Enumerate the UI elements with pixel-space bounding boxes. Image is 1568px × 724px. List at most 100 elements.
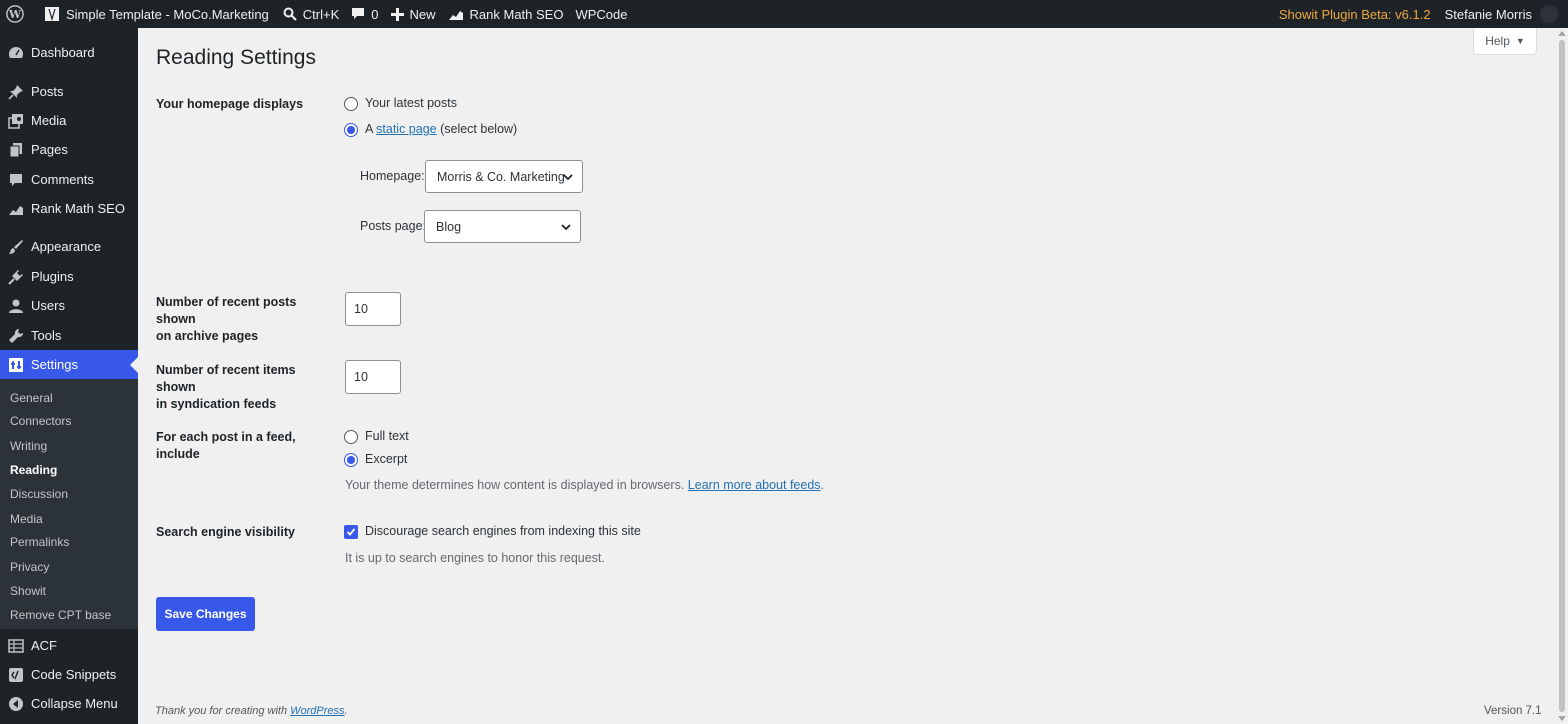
feed-include-label: For each post in a feed, include [156,430,296,461]
search-visibility-label: Search engine visibility [156,525,295,539]
sidebar-item-dashboard[interactable]: Dashboard [0,38,138,67]
comment-icon [8,172,24,188]
footer-version: Version 7.1 [1484,705,1542,717]
excerpt-radio[interactable] [344,453,358,467]
static-page-suffix: (select below) [440,122,518,136]
new-label: New [409,6,436,22]
syndication-items-label-line2: in syndication feeds [156,397,277,411]
submenu-item-writing[interactable]: Writing [10,439,47,453]
submenu-item-remove-cpt-base[interactable]: Remove CPT base [10,608,111,622]
page-title: Reading Settings [156,46,316,69]
static-page-option: A static page (select below) [365,122,517,136]
wpcode-label: WPCode [575,6,628,22]
brush-icon [8,239,24,255]
archive-posts-label: Number of recent posts shown on archive … [156,294,336,345]
sidebar-item-plugins[interactable]: Plugins [0,262,138,291]
wordpress-logo-button[interactable]: W [0,0,38,28]
syndication-items-input[interactable]: 10 [345,360,401,394]
chevron-down-icon [561,224,571,231]
feed-description: Your theme determines how content is dis… [345,478,824,492]
code-icon [8,667,24,683]
plus-icon [390,7,404,21]
user-icon [8,298,24,314]
sidebar-item-label: Dashboard [31,45,95,60]
plugin-icon [8,269,24,285]
feed-description-text: Your theme determines how content is dis… [345,478,685,492]
homepage-select[interactable]: Morris & Co. Marketing [425,160,583,193]
homepage-select-value: Morris & Co. Marketing [437,169,565,184]
homepage-select-label: Homepage: [360,169,425,183]
syndication-items-label-line1: Number of recent items shown [156,363,296,394]
submenu-item-reading[interactable]: Reading [10,463,57,477]
wordpress-logo-icon: W [6,5,24,23]
sidebar-item-acf[interactable]: ACF [0,631,138,660]
discourage-search-label[interactable]: Discourage search engines from indexing … [365,524,641,538]
sidebar-item-tools[interactable]: Tools [0,321,138,350]
comments-button[interactable]: 0 [345,0,384,28]
submenu-item-permalinks[interactable]: Permalinks [10,535,69,549]
wordpress-link[interactable]: WordPress [290,705,344,717]
full-text-label[interactable]: Full text [365,429,409,443]
scroll-up-arrow-icon[interactable] [1558,30,1566,36]
wpcode-button[interactable]: WPCode [569,0,633,28]
latest-posts-label[interactable]: Your latest posts [365,96,457,110]
excerpt-label[interactable]: Excerpt [365,452,407,466]
footer-thanks-period: . [344,705,348,717]
submenu-item-discussion[interactable]: Discussion [10,487,68,501]
discourage-search-checkbox[interactable] [344,525,358,539]
avatar [1540,5,1558,23]
sidebar-item-media[interactable]: Media [0,106,138,135]
page-scrollbar[interactable] [1556,28,1568,724]
help-button[interactable]: Help ▼ [1473,28,1537,55]
static-page-link[interactable]: static page [376,122,436,136]
showit-beta-notice[interactable]: Showit Plugin Beta: v6.1.2 [1273,7,1445,22]
submenu-item-showit[interactable]: Showit [10,584,46,598]
settings-icon [8,357,24,373]
sidebar-item-users[interactable]: Users [0,291,138,320]
latest-posts-radio[interactable] [344,97,358,111]
chevron-down-icon [563,174,573,181]
submenu-item-media[interactable]: Media [10,512,43,526]
sidebar-item-label: Posts [31,84,64,99]
feed-description-period: . [820,478,825,492]
new-content-button[interactable]: New [385,0,442,28]
site-favicon-icon [45,7,59,22]
sidebar-item-label: Plugins [31,269,74,284]
submenu-item-connectors[interactable]: Connectors [10,414,71,428]
submenu-item-general[interactable]: General [10,391,53,405]
posts-page-select[interactable]: Blog [424,210,581,243]
user-account-button[interactable]: Stefanie Morris [1445,0,1568,28]
sidebar-item-comments[interactable]: Comments [0,165,138,194]
command-palette-button[interactable]: Ctrl+K [277,0,345,28]
sidebar-item-code-snippets[interactable]: Code Snippets [0,660,138,689]
sidebar-item-appearance[interactable]: Appearance [0,232,138,261]
collapse-icon [8,696,24,712]
learn-more-feeds-link[interactable]: Learn more about feeds [688,478,821,492]
sidebar-item-rank-math[interactable]: Rank Math SEO [0,194,138,223]
site-name-link[interactable]: Simple Template - MoCo.Marketing [38,0,275,28]
search-visibility-description: It is up to search engines to honor this… [345,551,605,565]
submenu-item-privacy[interactable]: Privacy [10,560,49,574]
full-text-radio[interactable] [344,430,358,444]
sidebar-item-label: Code Snippets [31,667,117,682]
footer-thanks: Thank you for creating with WordPress. [155,705,348,717]
syndication-items-label: Number of recent items shown in syndicat… [156,362,336,413]
sidebar-item-collapse-menu[interactable]: Collapse Menu [0,689,138,718]
sidebar-item-settings[interactable]: Settings [0,350,138,379]
archive-posts-label-line2: on archive pages [156,329,259,343]
rank-math-label: Rank Math SEO [469,6,564,22]
sidebar-item-pages[interactable]: Pages [0,135,138,164]
search-shortcut: Ctrl+K [302,6,340,22]
archive-posts-input[interactable]: 10 [345,292,401,326]
rank-math-button[interactable]: Rank Math SEO [442,0,570,28]
wrench-icon [8,328,24,344]
dashboard-icon [8,45,24,61]
scrollbar-thumb[interactable] [1559,40,1565,712]
pin-icon [8,84,24,100]
sidebar-item-posts[interactable]: Posts [0,77,138,106]
user-name: Stefanie Morris [1444,6,1532,22]
scroll-down-arrow-icon[interactable] [1558,716,1566,722]
save-changes-button[interactable]: Save Changes [156,597,255,631]
site-name: Simple Template - MoCo.Marketing [66,6,269,22]
static-page-radio[interactable] [344,123,358,137]
